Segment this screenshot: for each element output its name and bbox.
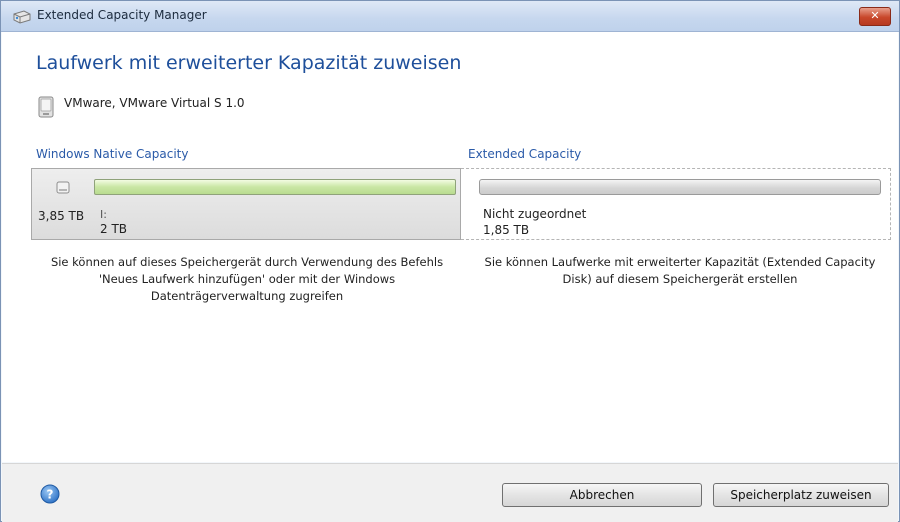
extended-capacity-label: Extended Capacity (468, 147, 582, 161)
native-partition-bar[interactable] (94, 179, 456, 195)
extended-description: Sie können Laufwerke mit erweiterter Kap… (484, 255, 876, 286)
unallocated-size: 1,85 TB (483, 223, 530, 237)
native-description: Sie können auf dieses Speichergerät durc… (50, 255, 444, 303)
drive-letter: I: (100, 208, 107, 221)
extended-capacity-panel[interactable]: Nicht zugeordnet 1,85 TB (461, 168, 891, 240)
dialog-footer: ? Abbrechen Speicherplatz zuweisen (2, 463, 898, 522)
svg-text:?: ? (47, 488, 54, 502)
native-capacity-panel[interactable]: 3,85 TB I: 2 TB (31, 168, 461, 240)
close-button[interactable]: ✕ (859, 7, 891, 26)
native-partition-size: 2 TB (100, 222, 128, 236)
cancel-button[interactable]: Abbrechen (502, 483, 702, 507)
hard-disk-icon (38, 96, 54, 118)
device-label: VMware, VMware Virtual S 1.0 (64, 96, 245, 110)
small-disk-icon (56, 179, 70, 194)
total-capacity: 3,85 TB (38, 209, 85, 223)
help-icon[interactable]: ? (40, 484, 60, 504)
page-title: Laufwerk mit erweiterter Kapazität zuwei… (36, 52, 462, 74)
assign-space-button[interactable]: Speicherplatz zuweisen (713, 483, 889, 507)
window-title: Extended Capacity Manager (37, 8, 207, 22)
native-capacity-label: Windows Native Capacity (36, 147, 189, 161)
dialog-window: Extended Capacity Manager ✕ Laufwerk mit… (0, 0, 900, 522)
unallocated-label: Nicht zugeordnet (483, 207, 587, 221)
title-bar[interactable]: Extended Capacity Manager ✕ (1, 1, 899, 32)
content-area: Laufwerk mit erweiterter Kapazität zuwei… (2, 32, 898, 462)
drive-app-icon (13, 8, 31, 24)
unallocated-bar[interactable] (479, 179, 881, 195)
